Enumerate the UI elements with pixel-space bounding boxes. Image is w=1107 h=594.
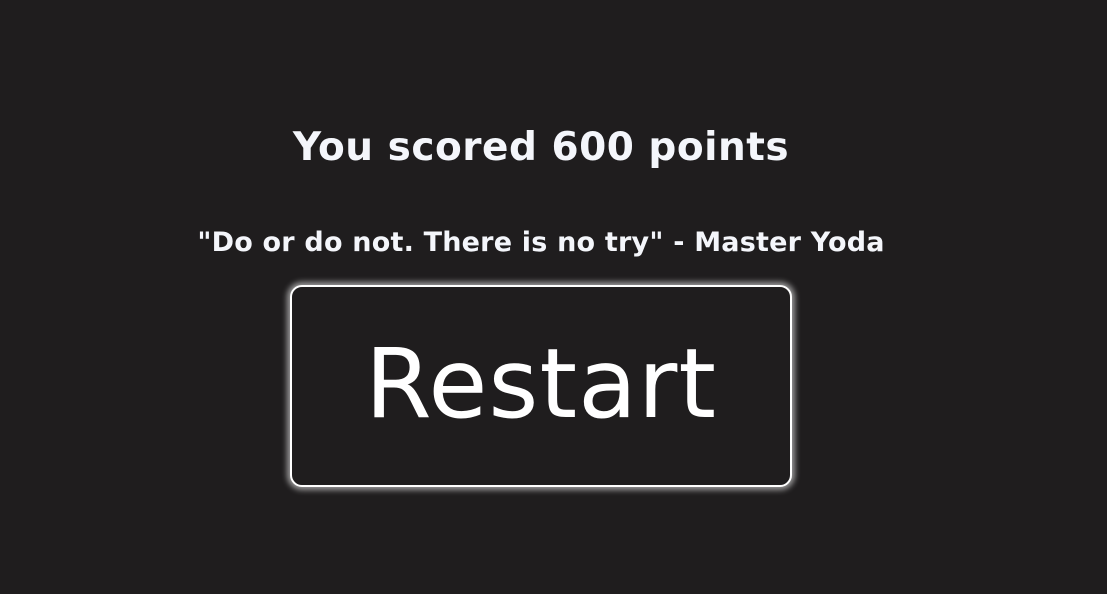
restart-button[interactable]: Restart <box>290 285 792 487</box>
score-message: You scored 600 points <box>292 125 790 170</box>
quote-text: "Do or do not. There is no try" - Master… <box>197 227 885 258</box>
game-over-screen: You scored 600 points "Do or do not. The… <box>0 0 1107 594</box>
